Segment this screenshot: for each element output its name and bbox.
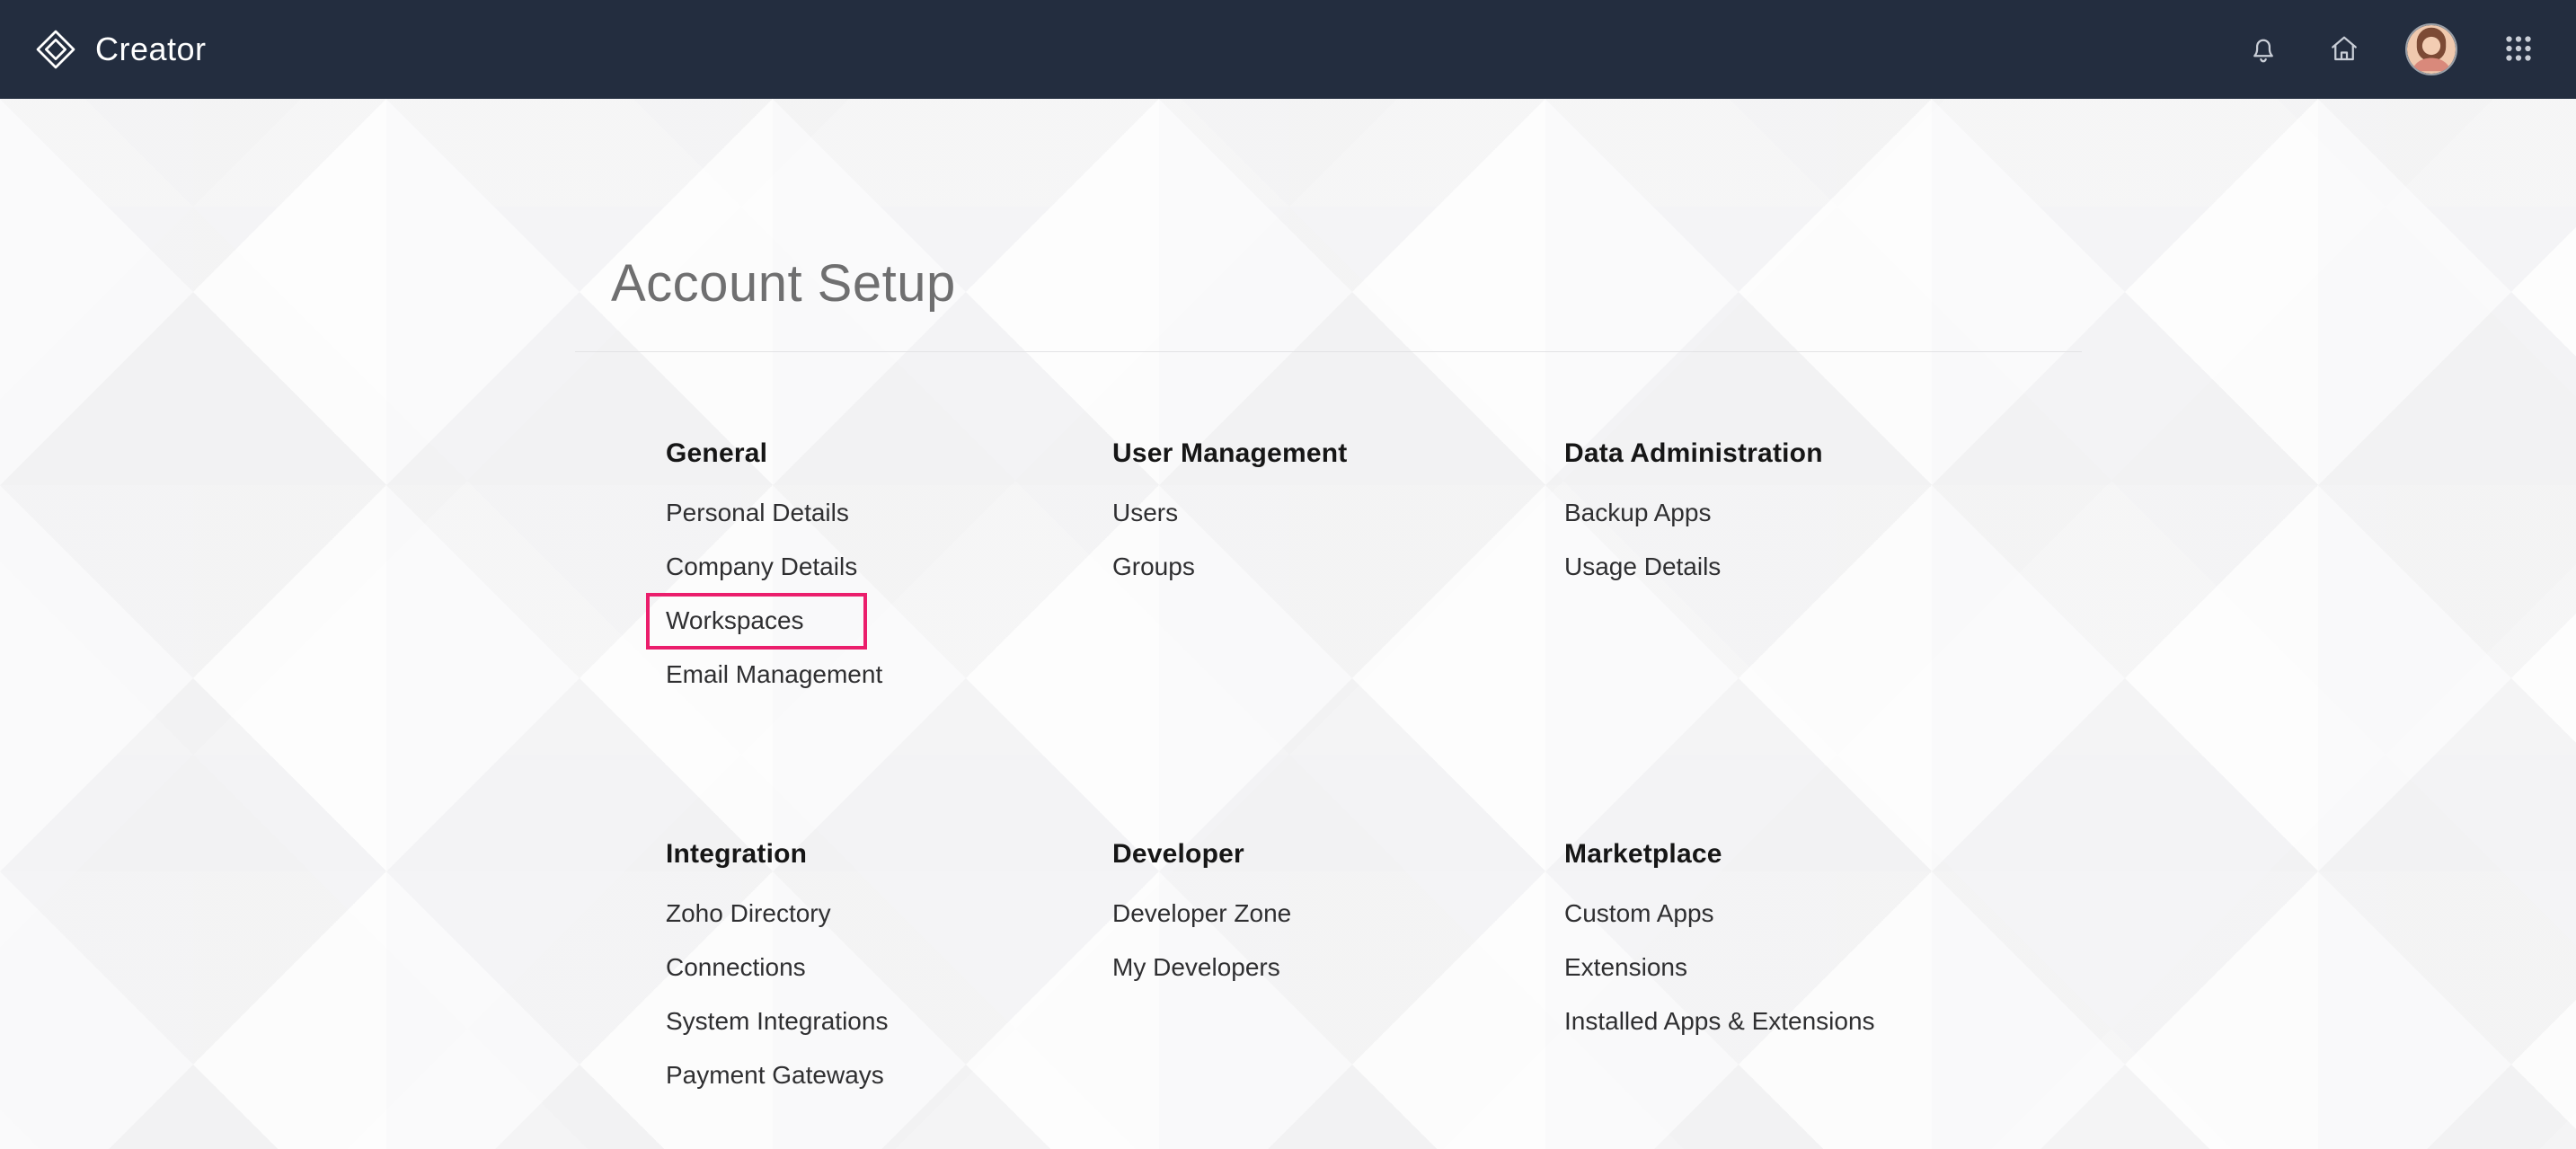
workspaces-highlight-box: Workspaces [646, 593, 867, 650]
link-zoho-directory[interactable]: Zoho Directory [666, 899, 831, 927]
brand[interactable]: Creator [34, 28, 207, 71]
section-title: User Management [1112, 438, 1564, 469]
title-divider [575, 351, 2082, 352]
list-item: Payment Gateways [666, 1058, 1112, 1092]
settings-sections-grid: General Personal Details Company Details… [666, 438, 2576, 1112]
section-title: Integration [666, 839, 1112, 870]
list-item: Installed Apps & Extensions [1564, 1004, 2193, 1039]
list-item: Backup Apps [1564, 496, 2193, 530]
link-my-developers[interactable]: My Developers [1112, 953, 1280, 981]
creator-logo-icon [34, 28, 77, 71]
link-email-management[interactable]: Email Management [666, 660, 882, 688]
link-system-integrations[interactable]: System Integrations [666, 1007, 888, 1035]
section-developer: Developer Developer Zone My Developers [1112, 839, 1564, 1112]
link-users[interactable]: Users [1112, 499, 1178, 526]
list-item: Personal Details [666, 496, 1112, 530]
list-item: Usage Details [1564, 550, 2193, 584]
link-custom-apps[interactable]: Custom Apps [1564, 899, 1714, 927]
apps-grid-icon [2502, 32, 2535, 67]
link-backup-apps[interactable]: Backup Apps [1564, 499, 1711, 526]
section-user-management: User Management Users Groups [1112, 438, 1564, 711]
section-item-list: Developer Zone My Developers [1112, 897, 1564, 985]
list-item: System Integrations [666, 1004, 1112, 1039]
link-payment-gateways[interactable]: Payment Gateways [666, 1061, 884, 1089]
account-setup-page: Account Setup General Personal Details C… [0, 99, 2576, 1112]
link-workspaces[interactable]: Workspaces [666, 606, 804, 634]
topbar-actions [2244, 23, 2538, 75]
top-navigation-bar: Creator [0, 0, 2576, 99]
list-item: Zoho Directory [666, 897, 1112, 931]
list-item: My Developers [1112, 950, 1564, 985]
list-item: Groups [1112, 550, 1564, 584]
section-item-list: Users Groups [1112, 496, 1564, 584]
page-title: Account Setup [611, 253, 2082, 314]
section-title: General [666, 438, 1112, 469]
link-company-details[interactable]: Company Details [666, 552, 857, 580]
section-item-list: Backup Apps Usage Details [1564, 496, 2193, 584]
section-data-administration: Data Administration Backup Apps Usage De… [1564, 438, 2193, 711]
list-item: Extensions [1564, 950, 2193, 985]
section-item-list: Personal Details Company Details Workspa… [666, 496, 1112, 692]
list-item: Users [1112, 496, 1564, 530]
section-item-list: Custom Apps Extensions Installed Apps & … [1564, 897, 2193, 1039]
list-item: Workspaces [666, 604, 1112, 638]
section-title: Marketplace [1564, 839, 2193, 870]
list-item: Email Management [666, 658, 1112, 692]
list-item: Custom Apps [1564, 897, 2193, 931]
notifications-button[interactable] [2244, 30, 2283, 69]
link-connections[interactable]: Connections [666, 953, 806, 981]
section-title: Developer [1112, 839, 1564, 870]
section-general: General Personal Details Company Details… [666, 438, 1112, 711]
link-extensions[interactable]: Extensions [1564, 953, 1687, 981]
link-groups[interactable]: Groups [1112, 552, 1195, 580]
section-item-list: Zoho Directory Connections System Integr… [666, 897, 1112, 1092]
apps-menu-button[interactable] [2499, 30, 2538, 69]
list-item: Connections [666, 950, 1112, 985]
list-item: Company Details [666, 550, 1112, 584]
app-title: Creator [95, 31, 207, 68]
list-item: Developer Zone [1112, 897, 1564, 931]
section-title: Data Administration [1564, 438, 2193, 469]
link-usage-details[interactable]: Usage Details [1564, 552, 1721, 580]
user-avatar[interactable] [2405, 23, 2457, 75]
page-header: Account Setup [575, 253, 2082, 352]
section-marketplace: Marketplace Custom Apps Extensions Insta… [1564, 839, 2193, 1112]
link-developer-zone[interactable]: Developer Zone [1112, 899, 1291, 927]
bell-icon [2247, 32, 2279, 67]
link-personal-details[interactable]: Personal Details [666, 499, 849, 526]
section-integration: Integration Zoho Directory Connections S… [666, 839, 1112, 1112]
home-icon [2328, 32, 2360, 67]
link-installed-apps-extensions[interactable]: Installed Apps & Extensions [1564, 1007, 1875, 1035]
home-button[interactable] [2324, 30, 2364, 69]
